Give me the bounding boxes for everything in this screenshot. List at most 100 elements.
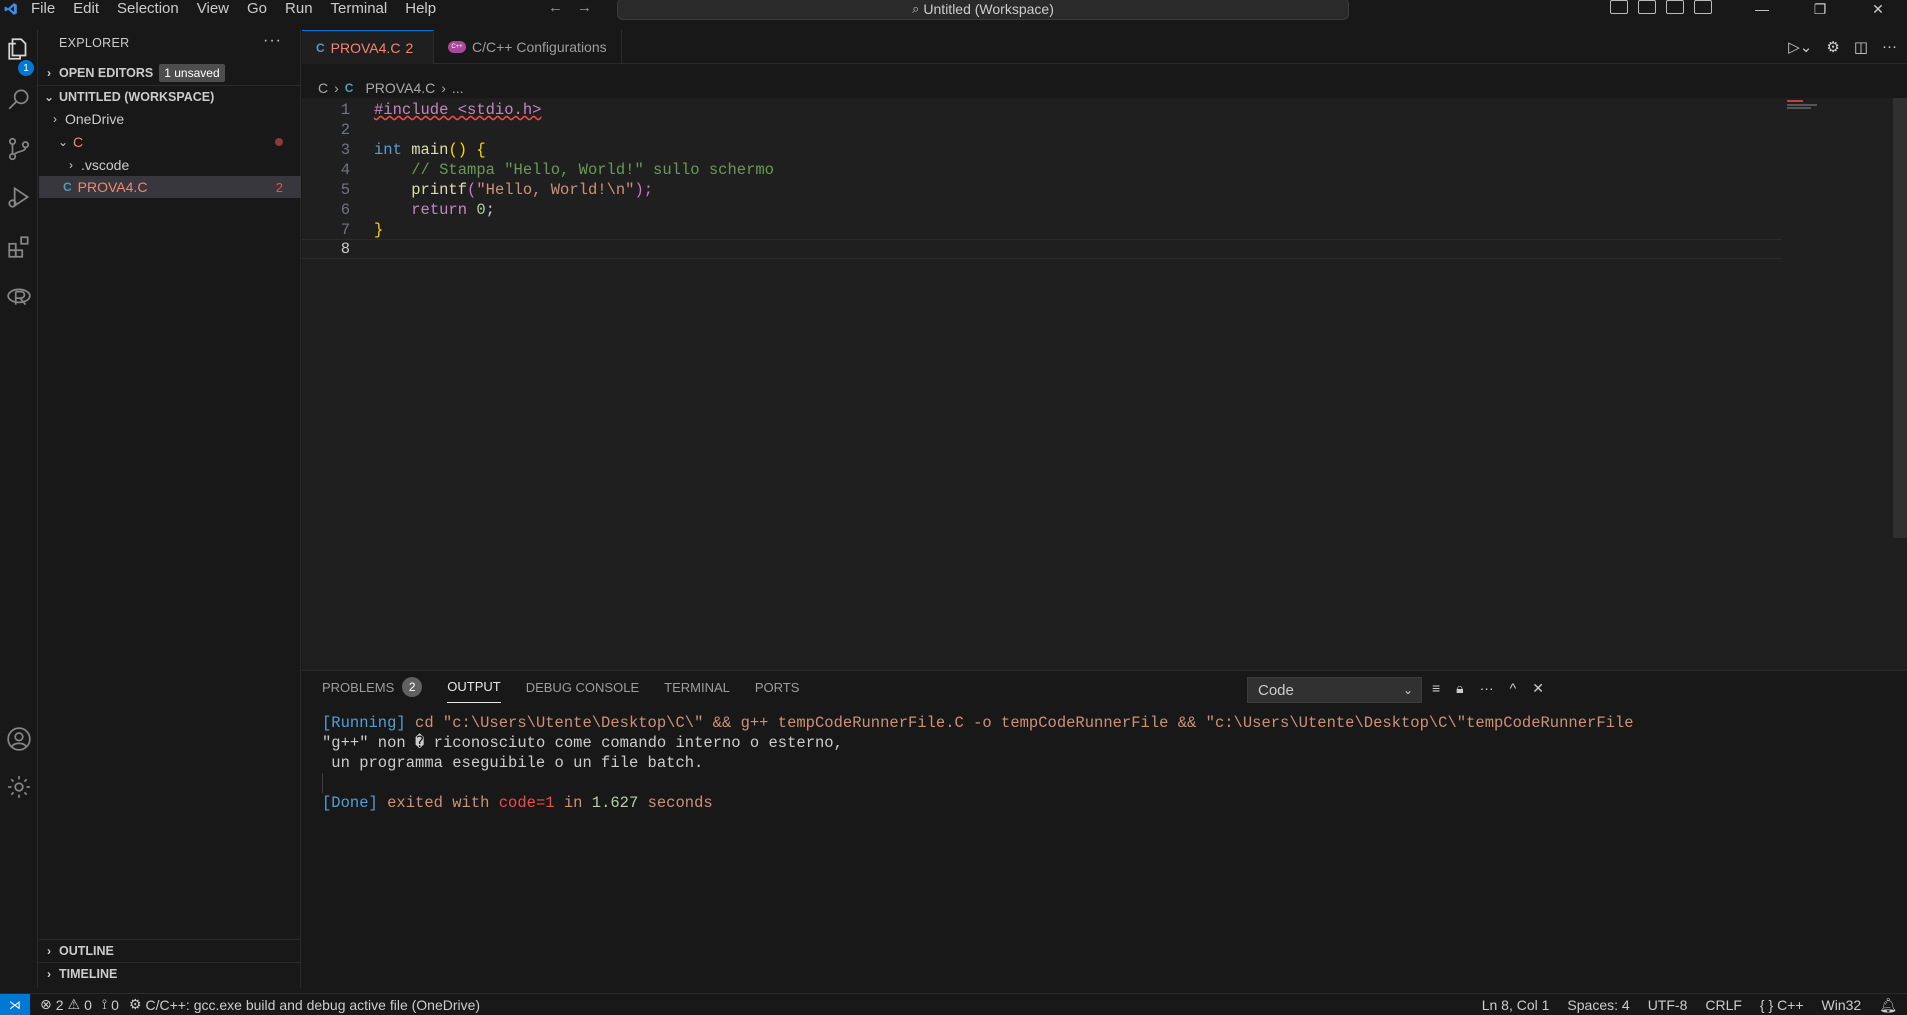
menu-help[interactable]: Help xyxy=(396,0,445,18)
output-content[interactable]: [Running] cd "c:\Users\Utente\Desktop\C\… xyxy=(322,713,1634,813)
chevron-right-icon: › xyxy=(47,66,51,80)
customize-layout-icon[interactable] xyxy=(1694,0,1712,14)
chevron-right-icon: › xyxy=(69,158,73,172)
editor-actions: ▷⌄ ⚙ ◫ ··· xyxy=(1788,38,1897,56)
minimap-line xyxy=(1787,100,1803,102)
comment: // Stampa "Hello, World!" sullo schermo xyxy=(411,161,774,179)
more-actions-icon[interactable]: ··· xyxy=(1882,38,1897,56)
explorer-icon[interactable] xyxy=(4,34,34,64)
unsaved-badge: 1 unsaved xyxy=(159,64,225,82)
extensions-icon[interactable] xyxy=(4,232,34,262)
chevron-right-icon: › xyxy=(47,967,51,981)
tab-label: PROBLEMS xyxy=(322,679,395,695)
clear-output-icon[interactable]: ≡ xyxy=(1432,680,1440,697)
build-label: C/C++: gcc.exe build and debug active fi… xyxy=(145,996,481,1013)
forward-arrow-icon[interactable]: → xyxy=(577,0,592,16)
problems-status[interactable]: ⊗ 2 ⚠ 0 xyxy=(40,996,92,1013)
menu-terminal[interactable]: Terminal xyxy=(322,0,397,18)
tree-item-c-folder[interactable]: ⌄ C xyxy=(39,131,301,153)
number-literal: 0 xyxy=(476,201,486,219)
editor-scrollbar[interactable] xyxy=(1893,98,1907,538)
output-line: un programma eseguibile o un file batch. xyxy=(322,754,704,772)
chevron-down-icon: ⌄ xyxy=(57,135,69,149)
explorer-title: EXPLORER xyxy=(59,36,130,50)
toggle-panel-icon[interactable] xyxy=(1638,0,1656,14)
close-panel-icon[interactable]: ✕ xyxy=(1532,680,1544,697)
platform[interactable]: Win32 xyxy=(1822,997,1862,1013)
command-center[interactable]: ⌕ Untitled (Workspace) xyxy=(617,0,1349,20)
more-actions-icon[interactable]: ··· xyxy=(1480,680,1494,697)
r-language-icon[interactable] xyxy=(4,282,34,312)
output-channel-value: Code xyxy=(1258,681,1294,699)
tab-problems[interactable]: PROBLEMS 2 xyxy=(322,671,423,703)
maximize-panel-icon[interactable]: ^ xyxy=(1510,680,1517,697)
open-editors-section[interactable]: › OPEN EDITORS 1 unsaved xyxy=(39,62,301,84)
settings-gear-icon[interactable] xyxy=(4,772,34,802)
include-directive: #include <stdio.h> xyxy=(374,101,542,119)
run-code-icon[interactable]: ▷⌄ xyxy=(1788,38,1812,56)
tree-item-prova4[interactable]: C PROVA4.C 2 xyxy=(39,176,301,198)
menu-file[interactable]: File xyxy=(22,0,64,18)
output-channel-select[interactable]: Code ⌄ xyxy=(1247,677,1422,703)
exit-code: code=1 xyxy=(498,794,555,812)
tab-prova4[interactable]: C PROVA4.C 2 xyxy=(302,30,434,64)
line-number: 6 xyxy=(340,201,350,219)
restore-icon[interactable]: ❐ xyxy=(1791,0,1849,18)
brace: } xyxy=(374,221,384,239)
ports-status[interactable]: ⟟ 0 xyxy=(102,996,119,1013)
c-file-icon: C xyxy=(63,180,72,194)
timeline-label: TIMELINE xyxy=(59,967,118,981)
search-icon[interactable] xyxy=(4,84,34,114)
encoding[interactable]: UTF-8 xyxy=(1648,997,1688,1013)
more-actions-icon[interactable]: ··· xyxy=(263,32,282,50)
menu-run[interactable]: Run xyxy=(276,0,322,18)
running-label: [Running] xyxy=(322,714,406,732)
breadcrumb-file[interactable]: PROVA4.C xyxy=(365,80,435,96)
tab-output[interactable]: OUTPUT xyxy=(447,671,501,703)
gear-icon[interactable]: ⚙ xyxy=(1826,38,1839,56)
minimize-icon[interactable]: — xyxy=(1733,0,1791,18)
menu-view[interactable]: View xyxy=(188,0,238,18)
tab-debug-console[interactable]: DEBUG CONSOLE xyxy=(526,671,639,703)
minimap[interactable] xyxy=(1777,98,1907,670)
split-editor-icon[interactable]: ◫ xyxy=(1854,38,1868,56)
problems-count-badge: 2 xyxy=(402,677,423,697)
menu-edit[interactable]: Edit xyxy=(64,0,108,18)
outline-section[interactable]: › OUTLINE xyxy=(39,940,301,962)
accounts-icon[interactable] xyxy=(4,724,34,754)
tab-ports[interactable]: PORTS xyxy=(755,671,800,703)
breadcrumb-symbol[interactable]: ... xyxy=(452,80,464,96)
remote-icon[interactable]: ⋊ xyxy=(0,993,30,1015)
toggle-secondary-sidebar-icon[interactable] xyxy=(1666,0,1684,14)
workspace-section[interactable]: ⌄ UNTITLED (WORKSPACE) xyxy=(39,86,301,108)
tree-item-vscode[interactable]: › .vscode xyxy=(39,154,301,176)
cursor-position[interactable]: Ln 8, Col 1 xyxy=(1482,997,1550,1013)
line-number: 5 xyxy=(340,181,350,199)
tree-item-onedrive[interactable]: › OneDrive xyxy=(39,108,301,130)
end-of-line[interactable]: CRLF xyxy=(1705,997,1742,1013)
tab-terminal[interactable]: TERMINAL xyxy=(664,671,730,703)
lock-icon[interactable]: 🔒︎ xyxy=(1456,680,1463,697)
menu-selection[interactable]: Selection xyxy=(108,0,188,18)
breadcrumb-folder[interactable]: C xyxy=(318,80,328,96)
code-editor[interactable]: 1 #include <stdio.h> 2 3 int main() { 4 … xyxy=(302,98,1907,670)
warning-icon: ⚠ xyxy=(67,996,81,1012)
toggle-primary-sidebar-icon[interactable] xyxy=(1610,0,1628,14)
minimap-line xyxy=(1787,104,1817,106)
back-arrow-icon[interactable]: ← xyxy=(548,0,563,16)
code-line: 5 printf("Hello, World!\n"); xyxy=(302,180,1782,200)
close-window-icon[interactable]: ✕ xyxy=(1849,0,1907,18)
indentation[interactable]: Spaces: 4 xyxy=(1567,997,1629,1013)
language-mode[interactable]: { } C++ xyxy=(1760,997,1804,1013)
chevron-down-icon: ⌄ xyxy=(43,90,55,104)
menu-go[interactable]: Go xyxy=(238,0,276,18)
source-control-icon[interactable] xyxy=(4,134,34,164)
error-count: 2 xyxy=(55,996,64,1013)
timeline-section[interactable]: › TIMELINE xyxy=(39,963,301,985)
run-command: cd "c:\Users\Utente\Desktop\C\" && g++ t… xyxy=(405,714,1634,732)
duration: 1.627 xyxy=(591,794,639,812)
build-task-status[interactable]: ⚙ C/C++: gcc.exe build and debug active … xyxy=(129,996,480,1013)
tab-cpp-configurations[interactable]: C++ C/C++ Configurations xyxy=(434,30,622,64)
notifications-bell-icon[interactable]: 🔔︎ xyxy=(1879,997,1897,1014)
run-debug-icon[interactable] xyxy=(4,182,34,212)
